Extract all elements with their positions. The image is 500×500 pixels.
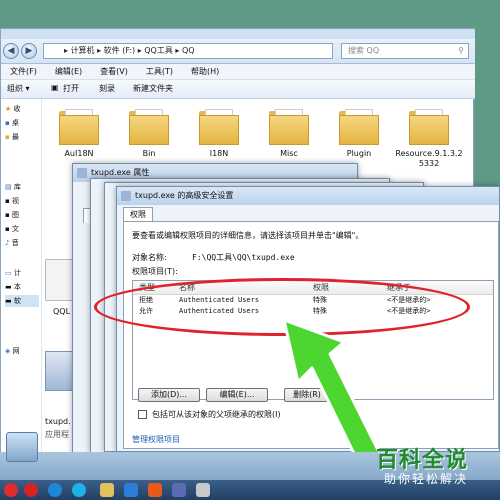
inherit-checkbox-label: 包括可从该对象的父项继承的权限(I) — [152, 410, 281, 419]
new-folder-button[interactable]: 新建文件夹 — [133, 83, 173, 94]
folder-label[interactable]: Misc — [254, 149, 324, 159]
menu-bar: 文件(F) 编辑(E) 查看(V) 工具(T) 帮助(H) — [1, 64, 475, 80]
search-icon[interactable]: ⚲ — [458, 44, 464, 58]
breadcrumb-1[interactable]: 软件 (F:) — [104, 46, 135, 55]
breadcrumb-2[interactable]: QQ工具 — [144, 46, 173, 55]
file-label[interactable]: QQL — [53, 307, 70, 316]
ie-icon[interactable] — [72, 483, 86, 497]
instruction-text: 要查看或编辑权限项目的详细信息，请选择该项目并单击"编辑"。 — [132, 231, 364, 240]
inherit-checkbox[interactable] — [138, 410, 147, 419]
object-name-value: F:\QQ工具\QQ\txupd.exe — [192, 253, 295, 262]
address-bar-row: ◀ ▶ ▸ 计算机 ▸ 软件 (F:) ▸ QQ工具 ▸ QQ 搜索 QQ ⚲ — [1, 39, 475, 64]
watermark-subtitle: 助你轻松解决 — [384, 472, 469, 486]
search-placeholder: 搜索 QQ — [348, 46, 380, 55]
app-icon — [77, 168, 87, 178]
music-icon: ♪ — [5, 239, 10, 247]
back-button[interactable]: ◀ — [3, 43, 19, 59]
address-input[interactable]: ▸ 计算机 ▸ 软件 (F:) ▸ QQ工具 ▸ QQ — [43, 43, 333, 59]
nav-item-libraries[interactable]: ▤ 库 — [5, 181, 39, 193]
permission-entries-label: 权限项目(T): — [132, 267, 178, 276]
nav-item-network[interactable]: ◈ 网 — [5, 345, 39, 357]
open-icon: ▣ — [51, 83, 59, 92]
tab-permissions[interactable]: 权限 — [123, 207, 153, 222]
app-icon[interactable] — [172, 483, 186, 497]
menu-file[interactable]: 文件(F) — [1, 64, 46, 79]
folder-icon: ▪ — [5, 133, 10, 141]
breadcrumb-3[interactable]: QQ — [182, 46, 195, 55]
picture-icon: ▪ — [5, 211, 10, 219]
star-icon: ★ — [5, 105, 12, 113]
nav-item-software-drive[interactable]: ▬ 软 — [5, 295, 39, 307]
nav-item-pictures[interactable]: ▪ 图 — [5, 209, 39, 221]
qq-icon[interactable] — [48, 483, 62, 497]
app-s-icon[interactable] — [124, 483, 138, 497]
drive-icon: ▬ — [5, 283, 12, 291]
desktop-icon: ▪ — [5, 119, 10, 127]
nav-item-videos[interactable]: ▪ 视 — [5, 195, 39, 207]
nav-item-computer[interactable]: ▭ 计 — [5, 267, 39, 279]
nav-item-local-disk[interactable]: ▬ 本 — [5, 281, 39, 293]
weibo-icon[interactable] — [24, 483, 38, 497]
advanced-security-title: txupd.exe 的高级安全设置 — [135, 191, 234, 200]
folder-label[interactable]: Bin — [114, 149, 184, 159]
object-name-label: 对象名称: — [132, 253, 167, 262]
search-input[interactable]: 搜索 QQ ⚲ — [341, 43, 469, 59]
file-type-label: 应用程 — [45, 430, 69, 439]
video-icon: ▪ — [5, 197, 10, 205]
file-label[interactable]: txupd. — [45, 417, 71, 426]
edit-button[interactable]: 编辑(E)... — [206, 388, 268, 402]
app-icon[interactable] — [196, 483, 210, 497]
open-button[interactable]: 打开 — [63, 83, 79, 94]
menu-edit[interactable]: 编辑(E) — [46, 64, 91, 79]
properties-title: txupd.exe 属性 — [91, 168, 150, 177]
folder-icon[interactable] — [339, 109, 379, 145]
burn-button[interactable]: 刻录 — [99, 83, 115, 94]
nav-item-recent[interactable]: ▪ 最 — [5, 131, 39, 143]
start-app-icon[interactable] — [6, 432, 38, 462]
folder-label[interactable]: Resource.9.1.3.25332 — [394, 149, 464, 169]
folder-icon[interactable] — [409, 109, 449, 145]
folder-icon[interactable] — [129, 109, 169, 145]
command-bar: 组织 ▾ ▣ 打开 刻录 新建文件夹 — [1, 80, 475, 99]
folder-icon[interactable] — [100, 483, 114, 497]
nav-item-music[interactable]: ♪ 音 — [5, 237, 39, 249]
browser-icon[interactable] — [4, 483, 18, 497]
document-icon: ▪ — [5, 225, 10, 233]
computer-icon: ▭ — [5, 269, 12, 277]
explorer-titlebar — [1, 29, 475, 39]
menu-tools[interactable]: 工具(T) — [137, 64, 182, 79]
menu-view[interactable]: 查看(V) — [91, 64, 137, 79]
library-icon: ▤ — [5, 183, 12, 191]
breadcrumb-0[interactable]: 计算机 — [71, 46, 95, 55]
folder-icon[interactable] — [199, 109, 239, 145]
shield-icon — [121, 191, 131, 201]
drive-icon: ▬ — [5, 297, 12, 305]
folder-label[interactable]: Plugin — [324, 149, 394, 159]
add-button[interactable]: 添加(D)... — [138, 388, 200, 402]
nav-item-favorites[interactable]: ★ 收 — [5, 103, 39, 115]
advanced-security-titlebar: txupd.exe 的高级安全设置 — [117, 187, 499, 205]
forward-button[interactable]: ▶ — [21, 43, 37, 59]
nav-item-documents[interactable]: ▪ 文 — [5, 223, 39, 235]
organize-button[interactable]: 组织 ▾ — [7, 83, 30, 94]
nav-item-desktop[interactable]: ▪ 桌 — [5, 117, 39, 129]
app-icon[interactable] — [148, 483, 162, 497]
network-icon: ◈ — [5, 347, 11, 355]
menu-help[interactable]: 帮助(H) — [182, 64, 228, 79]
manage-permissions-link[interactable]: 管理权限项目 — [132, 434, 180, 445]
folder-icon[interactable] — [269, 109, 309, 145]
navigation-pane: ★ 收 ▪ 桌 ▪ 最 ▤ 库 ▪ 视 ▪ 图 ▪ 文 ♪ 音 ▭ 计 ▬ 本 … — [1, 99, 42, 459]
folder-label[interactable]: AuI18N — [44, 149, 114, 159]
folder-icon[interactable] — [59, 109, 99, 145]
folder-label[interactable]: I18N — [184, 149, 254, 159]
